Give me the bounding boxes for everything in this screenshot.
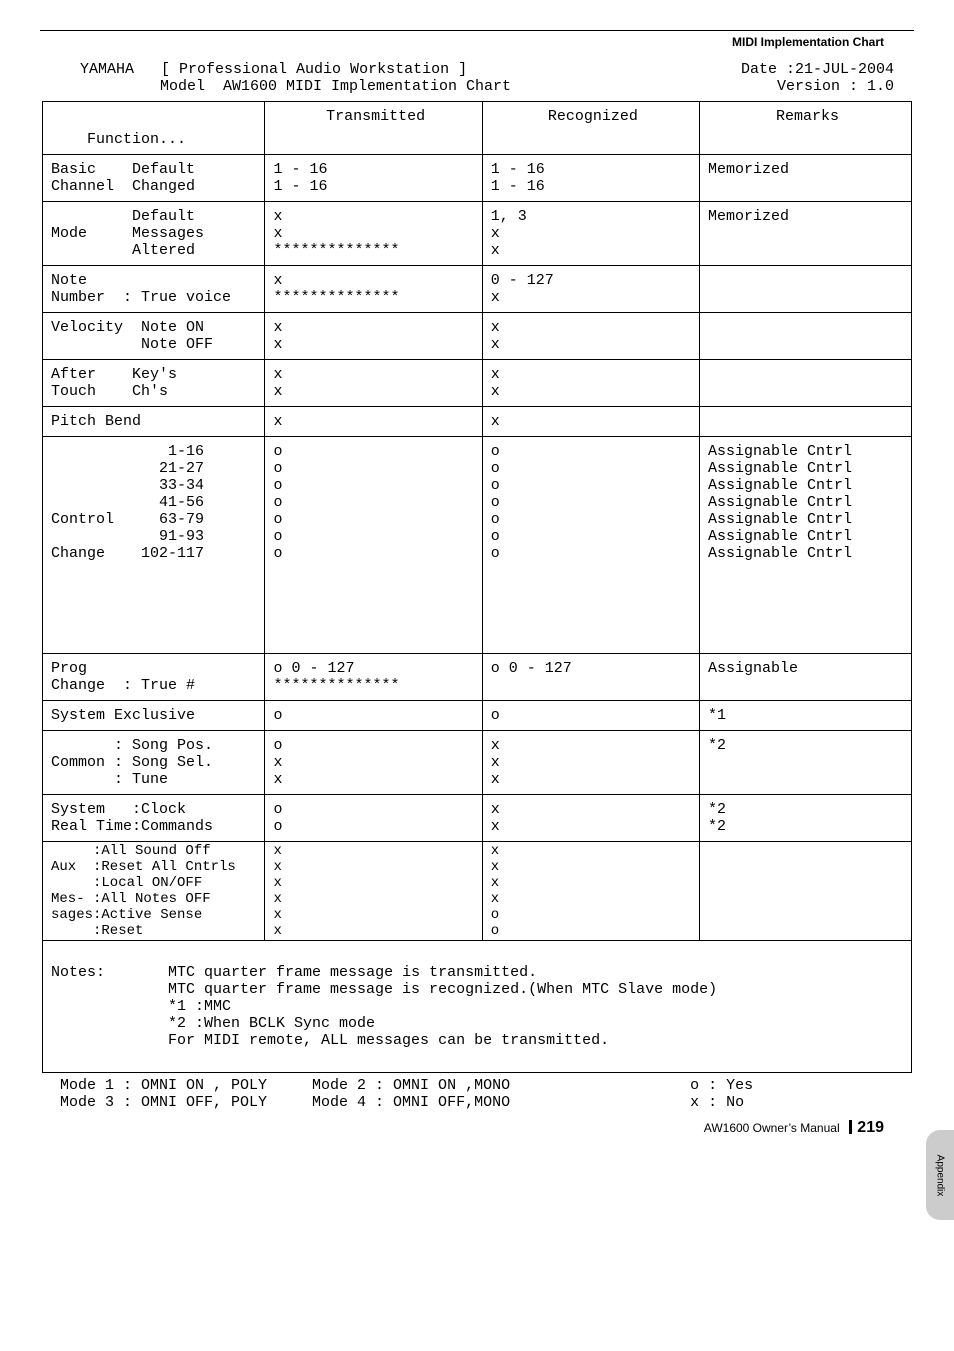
- notes-body: MTC quarter frame message is transmitted…: [51, 964, 717, 1049]
- cell-function: Prog Change : True #: [43, 654, 265, 701]
- cell-function: System :Clock Real Time:Commands: [43, 795, 265, 842]
- appendix-label: Appendix: [935, 1154, 946, 1196]
- table-row: :All Sound Off Aux :Reset All Cntrls :Lo…: [43, 842, 912, 941]
- cell-transmitted: o: [265, 701, 482, 731]
- modes-block: Mode 1 : OMNI ON , POLY Mode 2 : OMNI ON…: [60, 1077, 894, 1111]
- cell-recognized: x x: [482, 313, 699, 360]
- notes-row: Notes: MTC quarter frame message is tran…: [43, 941, 912, 1073]
- cell-remarks: Memorized: [699, 155, 911, 202]
- cell-recognized: x: [482, 407, 699, 437]
- col-remarks: Remarks: [699, 102, 911, 155]
- cell-recognized: 1, 3 x x: [482, 202, 699, 266]
- cell-recognized: o: [482, 701, 699, 731]
- cell-transmitted: x **************: [265, 266, 482, 313]
- cell-transmitted: o x x: [265, 731, 482, 795]
- table-row: System Exclusiveoo*1: [43, 701, 912, 731]
- cell-remarks: *1: [699, 701, 911, 731]
- table-row: Prog Change : True #o 0 - 127 **********…: [43, 654, 912, 701]
- table-row: System :Clock Real Time:Commandso ox x*2…: [43, 795, 912, 842]
- footer-bar-icon: [849, 1120, 852, 1134]
- cell-remarks: Memorized: [699, 202, 911, 266]
- cell-recognized: x x: [482, 360, 699, 407]
- cell-remarks: *2: [699, 731, 911, 795]
- version: Version : 1.0: [777, 78, 894, 95]
- cell-transmitted: x x **************: [265, 202, 482, 266]
- header-rule: [40, 30, 914, 31]
- book-title: AW1600 Owner’s Manual: [704, 1121, 840, 1135]
- product: [ Professional Audio Workstation ]: [161, 61, 467, 78]
- cell-remarks: [699, 266, 911, 313]
- cell-transmitted: x x: [265, 313, 482, 360]
- cell-recognized: x x x x o o: [482, 842, 699, 941]
- cell-function: Note Number : True voice: [43, 266, 265, 313]
- cell-function: Pitch Bend: [43, 407, 265, 437]
- model-line: Model AW1600 MIDI Implementation Chart: [160, 78, 511, 95]
- header-row: Function... Transmitted Recognized Remar…: [43, 102, 912, 155]
- table-row: Pitch Bendxx: [43, 407, 912, 437]
- table-row: 1-16 21-27 33-34 41-56 Control 63-79 91-…: [43, 437, 912, 654]
- col-transmitted: Transmitted: [265, 102, 482, 155]
- cell-function: : Song Pos. Common : Song Sel. : Tune: [43, 731, 265, 795]
- cell-transmitted: x: [265, 407, 482, 437]
- cell-function: 1-16 21-27 33-34 41-56 Control 63-79 91-…: [43, 437, 265, 654]
- cell-function: Velocity Note ON Note OFF: [43, 313, 265, 360]
- col-function: Function...: [43, 102, 265, 155]
- cell-remarks: [699, 407, 911, 437]
- cell-remarks: [699, 313, 911, 360]
- table-row: After Key's Touch Ch'sx xx x: [43, 360, 912, 407]
- brand: YAMAHA: [80, 61, 134, 78]
- cell-transmitted: o o o o o o o: [265, 437, 482, 654]
- notes-label: Notes:: [51, 964, 105, 981]
- appendix-tab: Appendix: [926, 1130, 954, 1220]
- cell-remarks: [699, 842, 911, 941]
- table-row: Basic Default Channel Changed1 - 16 1 - …: [43, 155, 912, 202]
- page-number: 219: [857, 1119, 884, 1136]
- section-title: MIDI Implementation Chart: [40, 35, 884, 49]
- cell-function: :All Sound Off Aux :Reset All Cntrls :Lo…: [43, 842, 265, 941]
- cell-recognized: x x: [482, 795, 699, 842]
- cell-transmitted: o 0 - 127 **************: [265, 654, 482, 701]
- cell-recognized: 1 - 16 1 - 16: [482, 155, 699, 202]
- cell-recognized: 0 - 127 x: [482, 266, 699, 313]
- midi-chart-table: Function... Transmitted Recognized Remar…: [42, 101, 912, 1073]
- table-row: : Song Pos. Common : Song Sel. : Tuneo x…: [43, 731, 912, 795]
- cell-function: System Exclusive: [43, 701, 265, 731]
- cell-function: After Key's Touch Ch's: [43, 360, 265, 407]
- cell-remarks: *2 *2: [699, 795, 911, 842]
- cell-transmitted: 1 - 16 1 - 16: [265, 155, 482, 202]
- col-recognized: Recognized: [482, 102, 699, 155]
- cell-remarks: Assignable: [699, 654, 911, 701]
- cell-recognized: o 0 - 127: [482, 654, 699, 701]
- cell-function: Default Mode Messages Altered: [43, 202, 265, 266]
- cell-transmitted: o o: [265, 795, 482, 842]
- date: Date :21-JUL-2004: [741, 61, 894, 78]
- footer: AW1600 Owner’s Manual 219: [40, 1119, 884, 1137]
- cell-transmitted: x x x x x x: [265, 842, 482, 941]
- header-line-1: YAMAHA [ Professional Audio Workstation …: [40, 61, 914, 78]
- table-row: Velocity Note ON Note OFFx xx x: [43, 313, 912, 360]
- cell-remarks: [699, 360, 911, 407]
- cell-function: Basic Default Channel Changed: [43, 155, 265, 202]
- cell-recognized: x x x: [482, 731, 699, 795]
- header-line-2: Model AW1600 MIDI Implementation Chart V…: [40, 78, 914, 95]
- table-row: Note Number : True voicex **************…: [43, 266, 912, 313]
- cell-transmitted: x x: [265, 360, 482, 407]
- table-row: Default Mode Messages Alteredx x *******…: [43, 202, 912, 266]
- cell-remarks: Assignable Cntrl Assignable Cntrl Assign…: [699, 437, 911, 654]
- cell-recognized: o o o o o o o: [482, 437, 699, 654]
